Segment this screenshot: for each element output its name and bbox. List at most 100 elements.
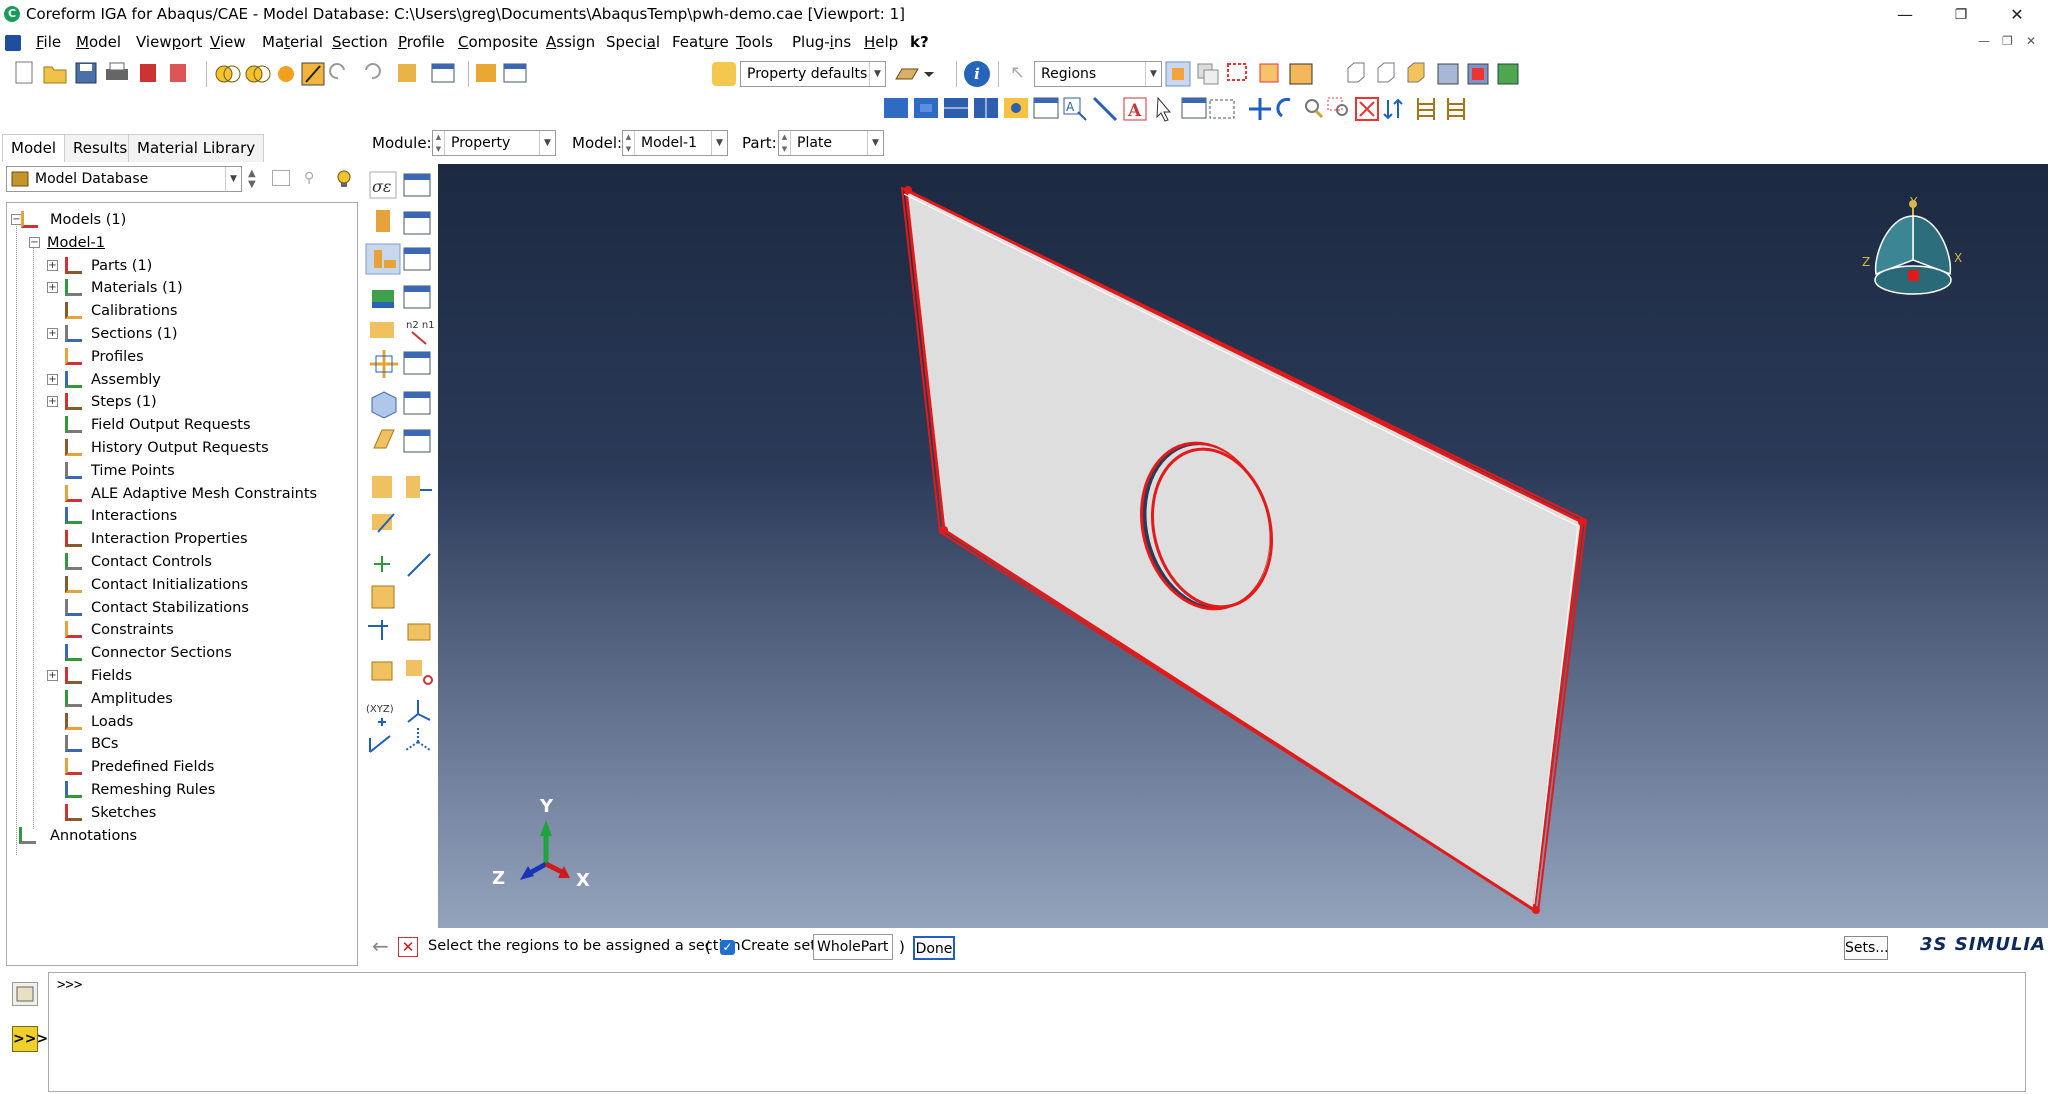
select-part-icon[interactable] [1289,63,1313,85]
property-defaults-icon[interactable] [712,62,736,86]
collapse-icon[interactable]: − [29,236,40,248]
expand-icon[interactable]: + [47,373,58,385]
cycle-views-icon[interactable] [1383,98,1403,120]
menu-model[interactable]: Model [76,33,121,51]
tree-item-sections-1[interactable]: Sections (1) [91,323,178,345]
viewport-annotation-icon[interactable] [1004,98,1028,118]
new-file-icon[interactable] [15,61,33,84]
composite-layup-icon[interactable] [370,350,398,378]
partition-icon[interactable] [368,620,388,640]
view-iso-icon[interactable] [1347,62,1365,83]
property-defaults-select[interactable]: Property defaults ▼ [740,61,886,87]
text-annotation-icon[interactable]: A [1063,97,1087,121]
create-profile-icon[interactable] [372,290,394,308]
viewport[interactable]: Y Z X Y Z X [438,164,2048,928]
tree-item-predefined-fields[interactable]: Predefined Fields [91,756,214,778]
annotation-options-icon[interactable] [1209,99,1235,119]
tree-item-steps-1[interactable]: Steps (1) [91,391,157,413]
drag-select-icon[interactable] [1259,63,1279,83]
tree-item-annotations[interactable]: Annotations [50,825,137,847]
viewport-vertical-icon[interactable] [974,98,998,118]
pick-icon[interactable] [301,62,325,86]
open-file-icon[interactable] [43,66,67,84]
minimize-button[interactable]: — [1882,3,1928,27]
document-menu-icon[interactable] [5,35,21,51]
menu-special[interactable]: Special [606,33,660,51]
triad-datum-icon[interactable] [405,728,431,751]
mesh-highlight-icon[interactable] [1467,63,1489,85]
beam-orientation-icon[interactable] [370,322,394,338]
view-cube[interactable]: Y Z X [1858,196,1968,306]
expand-icon[interactable]: + [47,670,58,681]
annotation-manager-icon[interactable] [1181,97,1207,119]
tree-item-ale-adaptive-mesh-constraints[interactable]: ALE Adaptive Mesh Constraints [91,483,317,505]
vertex[interactable] [904,186,912,194]
part-manager-icon[interactable] [398,64,416,82]
done-button[interactable]: Done [913,936,955,960]
zoom-box-icon[interactable] [1327,97,1348,116]
expand-icon[interactable]: + [47,282,58,294]
menu-section[interactable]: Section [332,33,388,51]
whats-this-icon[interactable]: k? [910,33,929,51]
datum-line-icon[interactable] [407,553,431,577]
set-name-input[interactable]: WholePart [813,934,893,960]
expand-icon[interactable]: + [47,396,58,408]
menu-file[interactable]: File [36,33,61,51]
tree-item-assembly[interactable]: Assembly [91,369,161,391]
command-line[interactable]: >>> [48,972,2026,1092]
menu-composite[interactable]: Composite [458,33,538,51]
section-manager-icon[interactable] [403,211,431,235]
viewport-tile-icon[interactable] [914,98,938,118]
csys-icon[interactable] [407,700,431,723]
tree-item-history-output-requests[interactable]: History Output Requests [91,437,269,459]
pointer-icon[interactable] [1156,96,1172,122]
menu-plug-ins[interactable]: Plug-ins [792,33,851,51]
table-icon[interactable] [431,63,455,83]
mesh-icon[interactable] [1437,63,1459,85]
save-icon[interactable] [75,62,97,84]
selection-arrow-icon[interactable]: ↖ [1010,62,1030,84]
back-arrow-icon[interactable]: ← [372,936,392,958]
axis-datum-icon[interactable] [369,735,391,753]
profile-manager-icon[interactable] [403,285,431,309]
partition-face-icon[interactable] [407,623,431,641]
create-material-icon[interactable]: σε [369,171,397,199]
pan-icon[interactable] [1249,98,1271,120]
tree-item-bcs[interactable]: BCs [91,733,118,755]
box-select-icon[interactable] [1227,63,1247,81]
view-front-icon[interactable] [1377,62,1395,83]
orientation-manager-icon[interactable] [403,391,431,415]
special-section-icon[interactable] [372,476,392,498]
assign-section-icon[interactable] [365,243,401,275]
tree-item-loads[interactable]: Loads [91,711,133,733]
menu-viewport[interactable]: Viewport [136,33,202,51]
grid-icon[interactable] [371,585,395,609]
python-console-icon[interactable]: >>> [12,1026,48,1052]
mesh-green-icon[interactable] [1497,63,1519,85]
tree-item-materials-1[interactable]: Materials (1) [91,277,183,299]
print-icon[interactable] [106,62,128,80]
part-select[interactable]: ▲ ▼ Plate ▼ [778,130,884,156]
viewport-horizontal-icon[interactable] [944,98,968,118]
tree-item-models-1[interactable]: Models (1) [50,209,126,231]
query-icon[interactable] [1417,98,1435,120]
menu-view[interactable]: View [210,33,246,51]
tree-item-fields[interactable]: Fields [91,665,132,687]
cancel-icon[interactable]: ✕ [398,937,418,957]
info-icon[interactable]: i [964,61,990,87]
tree-sort-icon[interactable]: ▲ ▼ [248,168,262,190]
mdi-minimize-icon[interactable]: — [1978,34,1990,48]
tree-item-model-1[interactable]: Model-1 [47,232,105,254]
select-front-icon[interactable] [1165,61,1191,87]
menu-material[interactable]: Material [262,33,323,51]
tree-item-remeshing-rules[interactable]: Remeshing Rules [91,779,215,801]
replace-icon[interactable] [476,64,496,82]
boolean-cut-icon[interactable] [245,65,271,83]
restore-button[interactable]: ❐ [1938,3,1984,27]
tree-item-amplitudes[interactable]: Amplitudes [91,688,173,710]
coordinate-datum-icon[interactable]: (XYZ) [366,704,394,726]
tree-up-icon[interactable] [272,170,290,186]
layup-manager-icon[interactable] [403,351,431,375]
tree-item-connector-sections[interactable]: Connector Sections [91,642,232,664]
tree-item-contact-stabilizations[interactable]: Contact Stabilizations [91,597,249,619]
